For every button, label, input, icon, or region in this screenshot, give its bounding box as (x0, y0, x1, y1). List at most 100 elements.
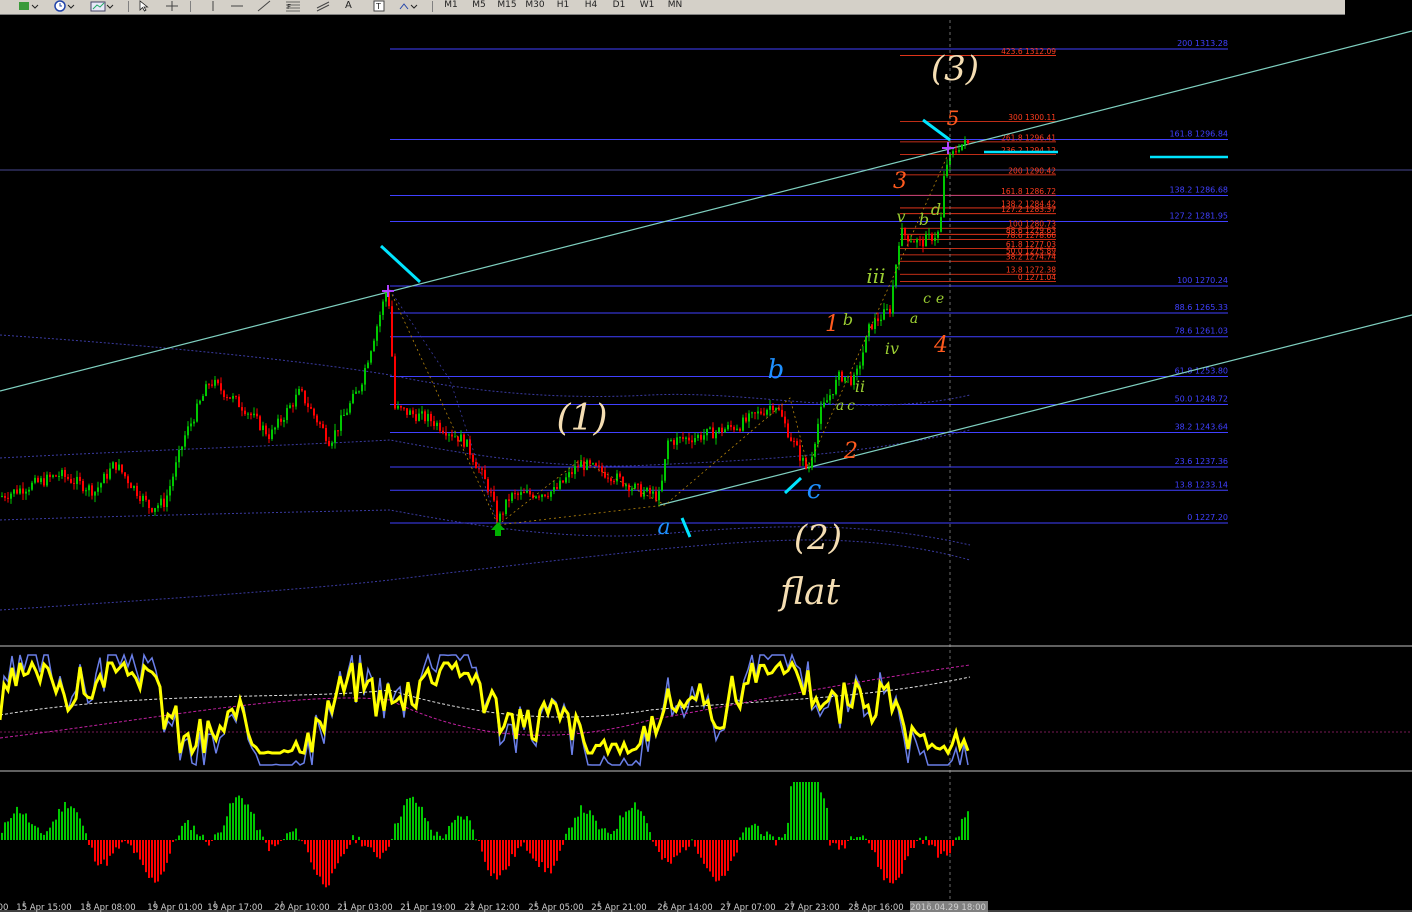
histogram-bar (283, 839, 285, 841)
histogram-bar (586, 813, 588, 840)
timeframe-mn[interactable]: MN (664, 0, 686, 12)
histogram-bar (631, 807, 633, 840)
histogram-bar (139, 840, 141, 860)
histogram-bar (814, 782, 816, 840)
histogram-bar (46, 831, 48, 840)
time-label: 25 Apr 21:00 (591, 903, 646, 912)
candle-body (937, 231, 939, 238)
candle-body (295, 394, 297, 407)
candle-body (793, 440, 795, 442)
candle-body (517, 493, 519, 495)
histogram-bar (343, 840, 345, 855)
candle-body (313, 408, 315, 416)
histogram-bar (307, 840, 309, 853)
fibonacci-icon[interactable]: F (285, 0, 301, 12)
candle-body (280, 418, 282, 422)
candle-body (439, 422, 441, 431)
svg-text:F: F (287, 3, 291, 11)
cursor-icon[interactable] (138, 0, 150, 12)
histogram-bar (256, 830, 258, 840)
candle-body (544, 494, 546, 497)
fib-label: 0 1227.20 (1187, 513, 1228, 522)
timeframe-d1[interactable]: D1 (608, 0, 630, 12)
timeframe-m30[interactable]: M30 (524, 0, 546, 12)
candle-body (511, 493, 513, 501)
candle-body (502, 513, 504, 515)
histogram-bar (490, 840, 492, 876)
candle-body (175, 462, 177, 477)
histogram-bar (472, 829, 474, 840)
crosshair-icon[interactable] (165, 0, 179, 12)
histogram-bar (517, 840, 519, 849)
histogram-bar (364, 840, 366, 846)
histogram-bar (571, 827, 573, 840)
candle-body (625, 484, 627, 487)
histogram-bar (421, 806, 423, 840)
timeframe-m15[interactable]: M15 (496, 0, 518, 12)
histogram-bar (70, 806, 72, 840)
candle-body (955, 151, 957, 153)
text-tool[interactable]: A (345, 0, 352, 12)
candle-body (274, 427, 276, 430)
candle-body (241, 407, 243, 411)
label-icon[interactable]: T (373, 0, 385, 12)
chart-template-icon[interactable] (90, 0, 114, 12)
chart-canvas[interactable]: 200 1313.28161.8 1296.84138.2 1286.68127… (0, 14, 1412, 912)
candle-body (301, 389, 303, 391)
candle-body (49, 474, 51, 477)
candle-body (967, 140, 969, 144)
candle-body (196, 403, 198, 422)
histogram-bar (394, 823, 396, 840)
histogram-bar (331, 840, 333, 874)
candle-body (403, 407, 405, 409)
candle-body (679, 437, 681, 439)
timeframe-h4[interactable]: H4 (580, 0, 602, 12)
candle-body (928, 234, 930, 236)
candle-body (4, 495, 6, 498)
candle-body (706, 428, 708, 436)
new-order-icon[interactable] (18, 0, 40, 12)
timeframe-h1[interactable]: H1 (552, 0, 574, 12)
histogram-bar (703, 840, 705, 864)
arrows-icon[interactable] (398, 0, 420, 12)
candle-body (475, 461, 477, 469)
histogram-bar (79, 818, 81, 840)
candle-body (424, 411, 426, 422)
candle-body (496, 500, 498, 522)
horizontal-line-icon[interactable] (230, 0, 244, 12)
trendline-icon[interactable] (257, 0, 271, 12)
histogram-bar (334, 840, 336, 869)
candle-body (595, 463, 597, 466)
channel-icon[interactable] (316, 0, 330, 12)
cyan-marker (680, 517, 692, 538)
candle-body (43, 478, 45, 486)
candle-body (352, 393, 354, 404)
timeframe-m5[interactable]: M5 (468, 0, 490, 12)
candle-body (484, 469, 486, 480)
price-candles (1, 136, 969, 525)
timeframe-w1[interactable]: W1 (636, 0, 658, 12)
candle-body (697, 434, 699, 439)
candle-body (700, 434, 702, 440)
candle-body (130, 483, 132, 489)
candle-body (40, 478, 42, 483)
candle-body (550, 491, 552, 497)
candle-body (244, 410, 246, 415)
candle-body (202, 396, 204, 401)
clock-icon[interactable] (54, 0, 76, 12)
vertical-line-icon[interactable] (208, 0, 218, 12)
candle-body (577, 465, 579, 467)
candle-body (946, 164, 948, 177)
timeframe-m1[interactable]: M1 (440, 0, 462, 12)
candle-body (571, 472, 573, 475)
candle-body (529, 491, 531, 495)
candle-body (58, 475, 60, 477)
histogram-bar (667, 840, 669, 862)
histogram-bar (40, 833, 42, 840)
histogram-bar (76, 812, 78, 840)
candle-body (235, 396, 237, 398)
candle-body (61, 469, 63, 476)
candle-body (25, 491, 27, 494)
candle-body (133, 485, 135, 489)
histogram-bar (568, 827, 570, 840)
